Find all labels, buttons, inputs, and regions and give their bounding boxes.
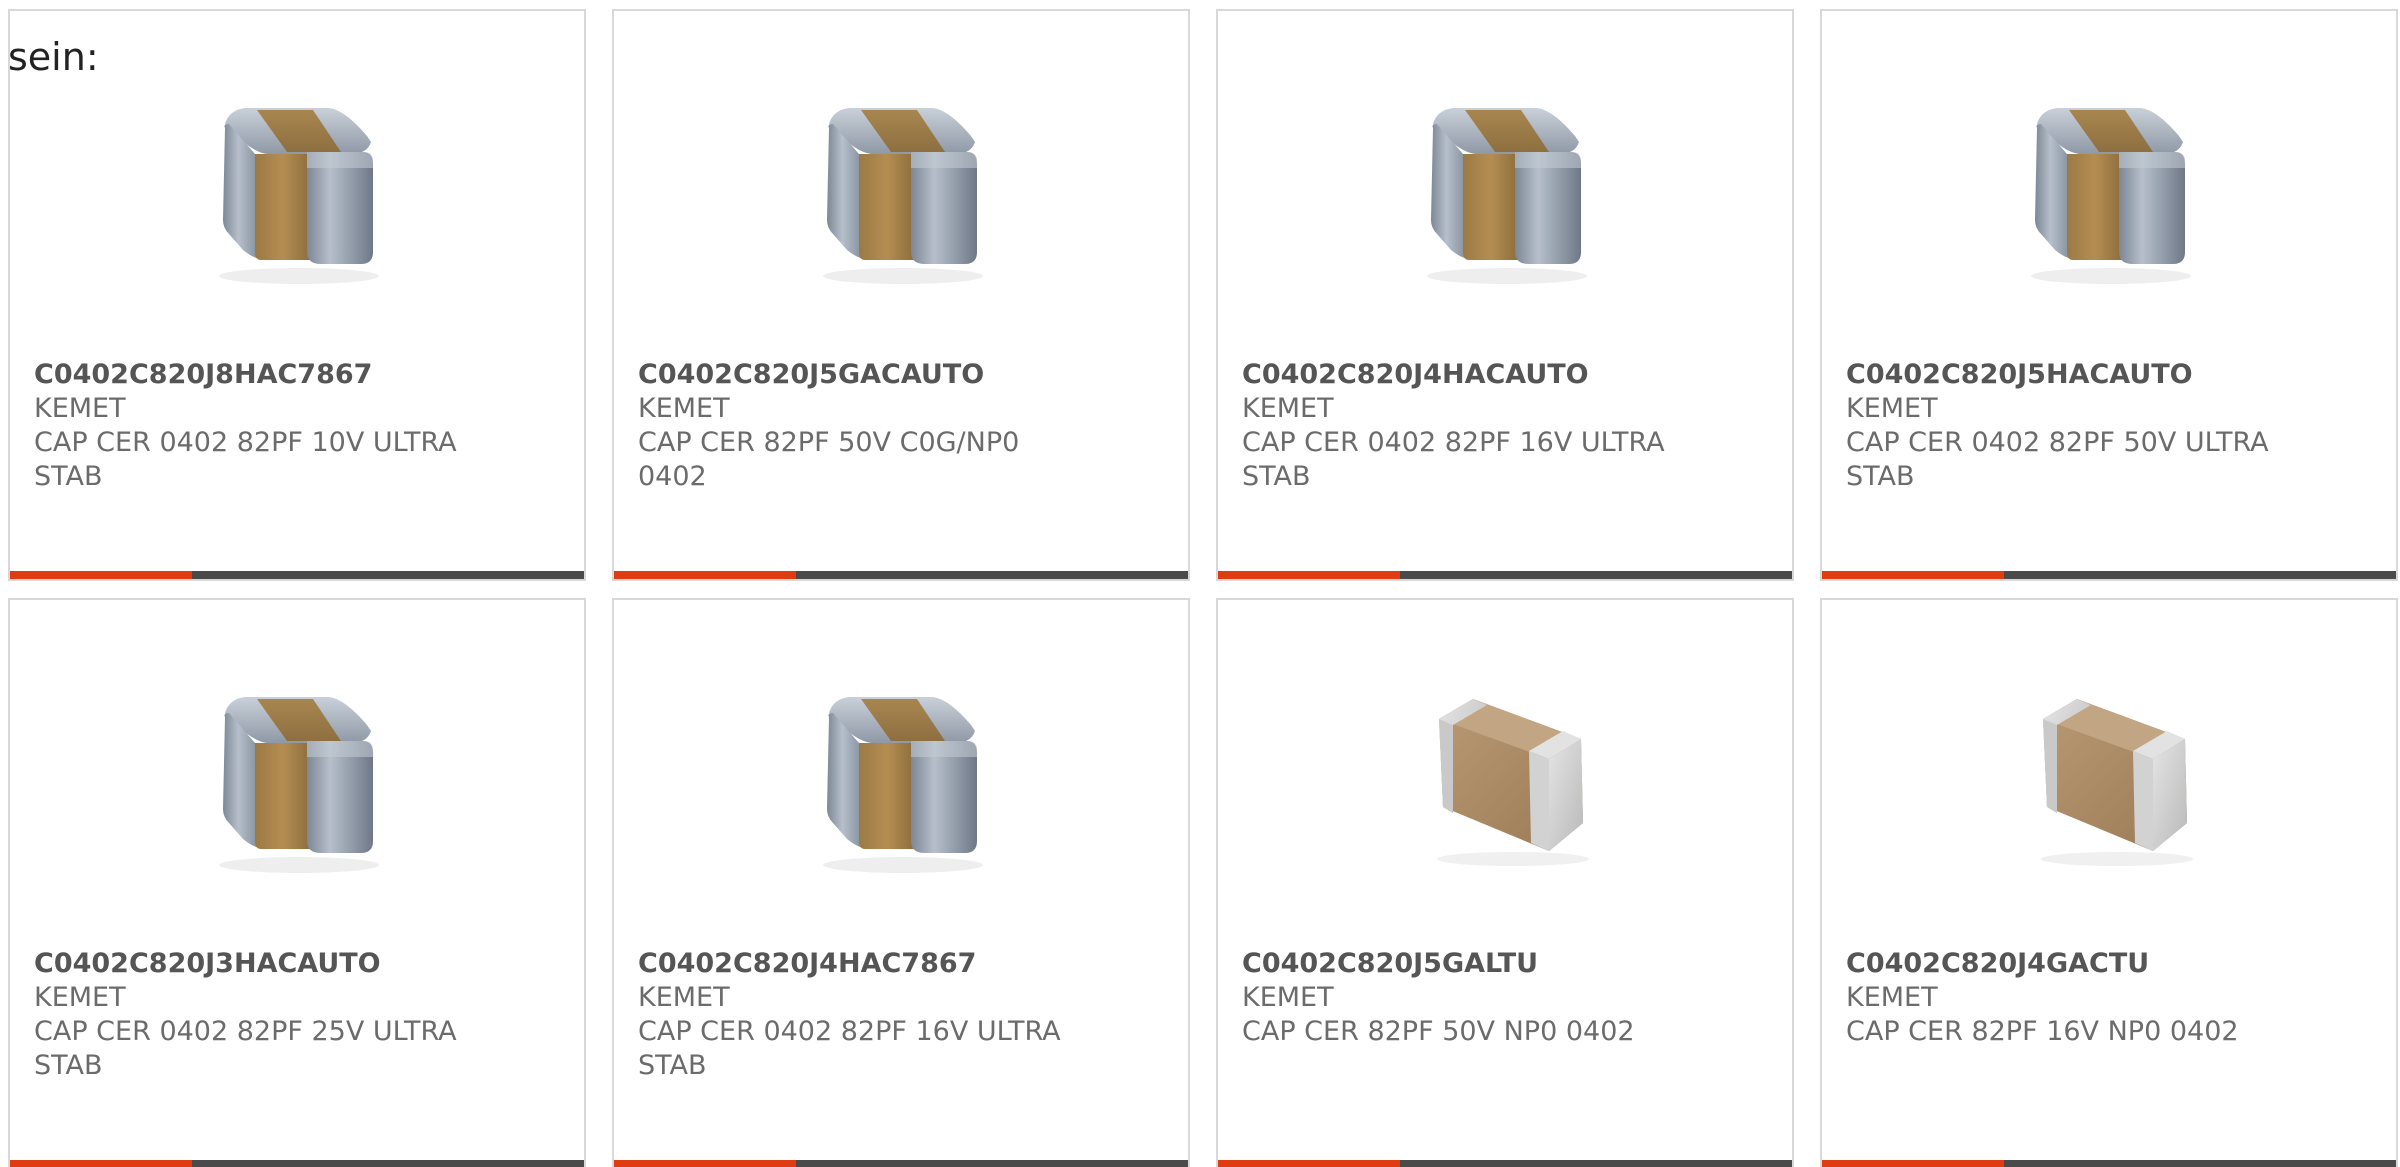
card-bottom-bar: [614, 571, 1188, 579]
card-bottom-bar: [10, 571, 584, 579]
product-image[interactable]: [195, 84, 403, 292]
product-description: CAP CER 0402 82PF 16V ULTRA STAB: [1242, 427, 1665, 492]
card-accent-bar: [1218, 571, 1400, 579]
product-part-number[interactable]: C0402C820J3HACAUTO: [34, 947, 484, 981]
card-accent-bar: [10, 1160, 192, 1167]
product-card-1[interactable]: C0402C820J8HAC7867 KEMET CAP CER 0402 82…: [8, 9, 586, 581]
product-manufacturer: KEMET: [34, 393, 126, 424]
product-manufacturer: KEMET: [1242, 982, 1334, 1013]
product-part-number[interactable]: C0402C820J4HACAUTO: [1242, 358, 1692, 392]
product-part-number[interactable]: C0402C820J4GACTU: [1846, 947, 2296, 981]
product-card-2[interactable]: C0402C820J5GACAUTO KEMET CAP CER 82PF 50…: [612, 9, 1190, 581]
product-manufacturer: KEMET: [638, 982, 730, 1013]
product-description: CAP CER 82PF 50V NP0 0402: [1242, 1016, 1635, 1047]
product-image[interactable]: [1403, 673, 1611, 881]
product-image[interactable]: [799, 673, 1007, 881]
product-description: CAP CER 0402 82PF 16V ULTRA STAB: [638, 1016, 1061, 1081]
product-description: CAP CER 0402 82PF 50V ULTRA STAB: [1846, 427, 2269, 492]
product-card-5[interactable]: C0402C820J3HACAUTO KEMET CAP CER 0402 82…: [8, 598, 586, 1167]
product-image[interactable]: [1403, 84, 1611, 292]
product-info: C0402C820J5GACAUTO KEMET CAP CER 82PF 50…: [638, 358, 1088, 494]
card-bottom-bar: [1822, 1160, 2396, 1167]
card-accent-bar: [614, 1160, 796, 1167]
product-part-number[interactable]: C0402C820J5HACAUTO: [1846, 358, 2296, 392]
product-part-number[interactable]: C0402C820J4HAC7867: [638, 947, 1088, 981]
product-image[interactable]: [195, 673, 403, 881]
product-info: C0402C820J5HACAUTO KEMET CAP CER 0402 82…: [1846, 358, 2296, 494]
product-card-4[interactable]: C0402C820J5HACAUTO KEMET CAP CER 0402 82…: [1820, 9, 2398, 581]
product-results-page: sein: C0402C820J8HAC7867 KEMET CAP CER 0…: [0, 0, 2400, 1167]
product-info: C0402C820J3HACAUTO KEMET CAP CER 0402 82…: [34, 947, 484, 1083]
card-bottom-bar: [614, 1160, 1188, 1167]
card-bottom-bar: [1218, 1160, 1792, 1167]
product-image[interactable]: [2007, 84, 2215, 292]
product-manufacturer: KEMET: [1846, 982, 1938, 1013]
product-info: C0402C820J8HAC7867 KEMET CAP CER 0402 82…: [34, 358, 484, 494]
intro-text: sein:: [8, 35, 99, 79]
product-description: CAP CER 0402 82PF 10V ULTRA STAB: [34, 427, 457, 492]
product-manufacturer: KEMET: [1846, 393, 1938, 424]
product-manufacturer: KEMET: [34, 982, 126, 1013]
product-card-3[interactable]: C0402C820J4HACAUTO KEMET CAP CER 0402 82…: [1216, 9, 1794, 581]
product-card-6[interactable]: C0402C820J4HAC7867 KEMET CAP CER 0402 82…: [612, 598, 1190, 1167]
product-card-7[interactable]: C0402C820J5GALTU KEMET CAP CER 82PF 50V …: [1216, 598, 1794, 1167]
product-card-8[interactable]: C0402C820J4GACTU KEMET CAP CER 82PF 16V …: [1820, 598, 2398, 1167]
product-manufacturer: KEMET: [1242, 393, 1334, 424]
card-bottom-bar: [1822, 571, 2396, 579]
product-info: C0402C820J4HACAUTO KEMET CAP CER 0402 82…: [1242, 358, 1692, 494]
product-info: C0402C820J4GACTU KEMET CAP CER 82PF 16V …: [1846, 947, 2296, 1049]
card-accent-bar: [10, 571, 192, 579]
card-bottom-bar: [1218, 571, 1792, 579]
product-info: C0402C820J4HAC7867 KEMET CAP CER 0402 82…: [638, 947, 1088, 1083]
product-image[interactable]: [799, 84, 1007, 292]
card-bottom-bar: [10, 1160, 584, 1167]
card-accent-bar: [1822, 571, 2004, 579]
product-manufacturer: KEMET: [638, 393, 730, 424]
product-description: CAP CER 82PF 50V C0G/NP0 0402: [638, 427, 1020, 492]
card-accent-bar: [1822, 1160, 2004, 1167]
product-info: C0402C820J5GALTU KEMET CAP CER 82PF 50V …: [1242, 947, 1692, 1049]
product-part-number[interactable]: C0402C820J8HAC7867: [34, 358, 484, 392]
product-description: CAP CER 0402 82PF 25V ULTRA STAB: [34, 1016, 457, 1081]
product-description: CAP CER 82PF 16V NP0 0402: [1846, 1016, 2239, 1047]
card-accent-bar: [1218, 1160, 1400, 1167]
product-image[interactable]: [2007, 673, 2215, 881]
card-accent-bar: [614, 571, 796, 579]
product-part-number[interactable]: C0402C820J5GALTU: [1242, 947, 1692, 981]
product-part-number[interactable]: C0402C820J5GACAUTO: [638, 358, 1088, 392]
product-grid: C0402C820J8HAC7867 KEMET CAP CER 0402 82…: [8, 9, 2400, 1167]
